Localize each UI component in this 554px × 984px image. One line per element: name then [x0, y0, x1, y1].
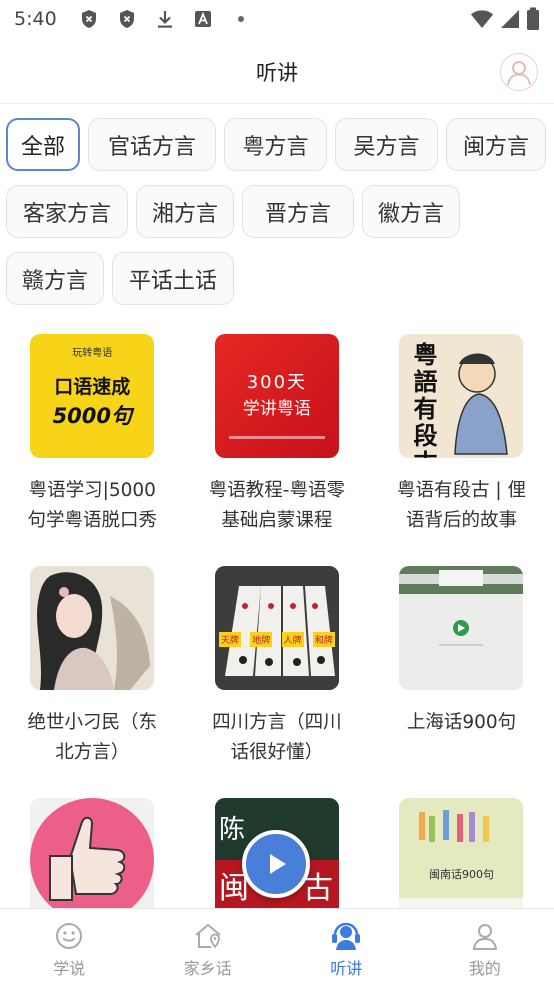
chip-all[interactable]: 全部: [6, 118, 80, 171]
nav-tab-listen[interactable]: 听讲: [277, 909, 416, 984]
chip-pinghua-tuhua[interactable]: 平话土话: [112, 252, 234, 305]
avatar[interactable]: [500, 53, 538, 91]
chip-hui[interactable]: 徽方言: [362, 185, 460, 238]
category-filter: 全部 官话方言 粤方言 吴方言 闽方言 客家方言 湘方言 晋方言 徽方言 赣方言…: [6, 118, 552, 319]
chip-hakka[interactable]: 客家方言: [6, 185, 128, 238]
course-card[interactable]: 上海话900句: [369, 566, 554, 798]
nav-tab-hometown[interactable]: 家乡话: [139, 909, 278, 984]
chip-label: 粤方言: [242, 134, 309, 160]
course-title: 绝世小刁民（东北方言）: [27, 712, 158, 763]
course-card[interactable]: 玩转粤语 口语速成 5000句 粤语学习|5000句学粤语脱口秀: [0, 334, 185, 566]
chip-xiang[interactable]: 湘方言: [136, 185, 234, 238]
course-thumbnail: 天牌 地牌 人牌 和牌: [214, 566, 339, 690]
course-card[interactable]: 300天 学讲粤语 粤语教程-粤语零基础启蒙课程: [185, 334, 370, 566]
nav-label: 家乡话: [183, 959, 232, 978]
user-avatar-icon: [507, 61, 531, 86]
course-thumbnail: 粤語有段古: [399, 334, 524, 459]
course-thumbnail: [399, 566, 524, 690]
course-title: 粤语有段古 | 俚语背后的故事: [396, 480, 526, 531]
chip-yue[interactable]: 粤方言: [224, 118, 327, 171]
chip-mandarin-dialects[interactable]: 官话方言: [88, 118, 216, 171]
chip-label: 湘方言: [151, 201, 218, 227]
wifi-icon: [470, 8, 494, 34]
chip-label: 赣方言: [21, 268, 88, 294]
home-pin-icon: [195, 923, 221, 949]
tile-label: 天牌: [218, 632, 241, 647]
dot-icon: [231, 9, 251, 29]
thumb-subline: 学讲粤语: [242, 399, 311, 419]
chip-label: 全部: [20, 134, 65, 160]
thumb-tile-labels: 天牌 地牌 人牌 和牌: [218, 632, 335, 647]
nav-label: 听讲: [330, 959, 363, 978]
nav-label: 学说: [53, 959, 86, 978]
chip-label: 官话方言: [107, 134, 196, 160]
chip-min[interactable]: 闽方言: [446, 118, 546, 171]
play-button[interactable]: [242, 830, 310, 898]
font-a-icon: [193, 9, 213, 29]
chip-gan[interactable]: 赣方言: [6, 252, 104, 305]
notification-icons: [79, 9, 251, 29]
chip-wu[interactable]: 吴方言: [335, 118, 438, 171]
system-icons: [470, 7, 540, 35]
course-thumbnail: 闽南话900句: [399, 798, 524, 922]
course-thumbnail: [30, 798, 155, 922]
svg-text:陈: 陈: [219, 815, 245, 845]
chip-label: 徽方言: [377, 201, 444, 227]
status-time: 5:40: [14, 8, 57, 30]
thumb-brand-text: 玩转粤语: [72, 348, 113, 359]
chip-label: 闽方言: [462, 134, 529, 160]
course-thumbnail: 玩转粤语 口语速成 5000句: [30, 334, 155, 458]
thumb-headline: 粤語有段古: [413, 341, 438, 459]
page-title: 听讲: [256, 60, 298, 85]
course-thumbnail: 300天 学讲粤语: [214, 334, 339, 458]
tile-label: 地牌: [250, 632, 273, 647]
course-title: 粤语学习|5000句学粤语脱口秀: [27, 480, 158, 531]
course-title: 粤语教程-粤语零基础启蒙课程: [208, 480, 345, 531]
headset-icon: [332, 922, 361, 950]
course-title: 上海话900句: [406, 712, 517, 733]
course-thumbnail: [30, 566, 155, 690]
shield-x-icon: [117, 9, 137, 29]
user-icon: [472, 924, 497, 950]
download-icon: [155, 9, 175, 29]
chip-label: 晋方言: [264, 201, 331, 227]
thumb-headline: 300天: [246, 372, 308, 393]
thumb-subline: 5000句: [52, 404, 133, 428]
chip-label: 平话土话: [128, 268, 217, 294]
chip-jin[interactable]: 晋方言: [242, 185, 354, 238]
status-bar: 5:40: [0, 0, 554, 38]
chip-label: 吴方言: [353, 134, 420, 160]
bottom-navigation: 学说 家乡话 听讲 我的: [0, 908, 554, 984]
shield-x-icon: [79, 9, 99, 29]
signal-icon: [500, 8, 520, 34]
nav-tab-learn[interactable]: 学说: [0, 909, 139, 984]
top-app-bar: 听讲: [0, 40, 554, 104]
tile-label: 和牌: [312, 632, 335, 647]
thumb-headline: 闽南话900句: [428, 868, 494, 881]
play-icon: [270, 854, 286, 874]
nav-tab-me[interactable]: 我的: [416, 909, 554, 984]
tile-label: 人牌: [281, 632, 304, 647]
course-title: 四川方言（四川话很好懂）: [212, 712, 342, 763]
course-card[interactable]: 绝世小刁民（东北方言）: [0, 566, 185, 798]
thumb-headline: 口语速成: [54, 376, 131, 398]
course-card[interactable]: 天牌 地牌 人牌 和牌 四川方言（四川话很好懂）: [185, 566, 370, 798]
smile-icon: [56, 923, 83, 949]
course-card[interactable]: 粤語有段古 粤语有段古 | 俚语背后的故事: [369, 334, 554, 566]
nav-label: 我的: [468, 959, 501, 978]
battery-icon: [526, 7, 540, 35]
chip-label: 客家方言: [22, 201, 111, 227]
